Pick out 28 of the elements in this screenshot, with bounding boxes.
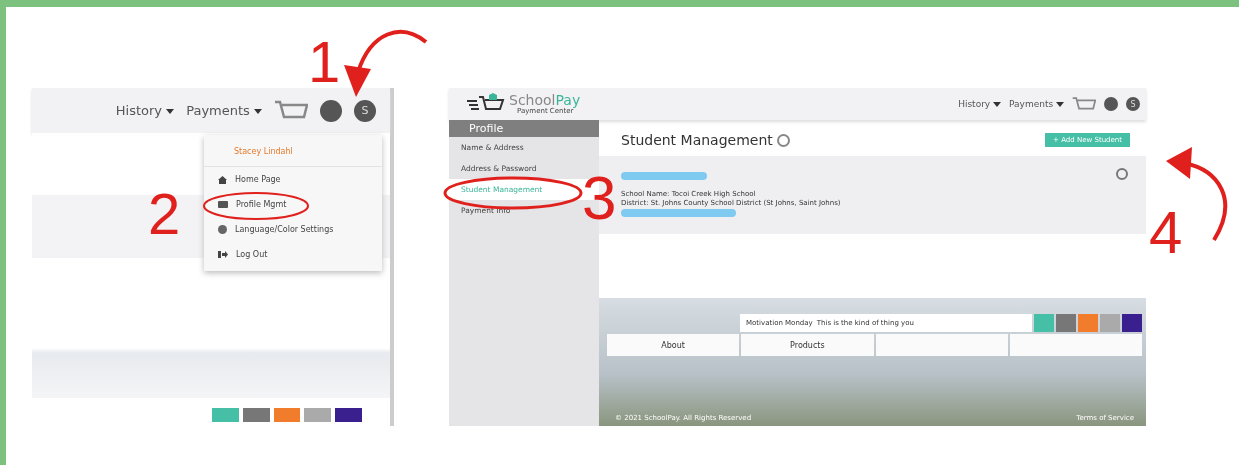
home-icon: [218, 175, 227, 184]
nav-link[interactable]: History: [958, 99, 1002, 109]
avatar-button[interactable]: S: [1126, 97, 1140, 111]
caret-icon: [254, 109, 262, 114]
nav-link[interactable]: History: [115, 103, 175, 118]
menu-item[interactable]: Language/Color Settings: [204, 217, 382, 242]
card-icon: [218, 201, 228, 208]
caret-icon: [1056, 102, 1064, 107]
menu-item[interactable]: Home Page: [204, 167, 382, 192]
cart-icon[interactable]: [1072, 95, 1096, 113]
sidebar-title: Profile: [449, 120, 599, 137]
nav-link[interactable]: Payments: [1009, 99, 1064, 109]
footer-dropdown[interactable]: About: [607, 334, 740, 356]
menu-item[interactable]: Log Out: [204, 242, 382, 267]
menu-item[interactable]: Profile Mgmt: [204, 192, 382, 217]
avatar-button[interactable]: S: [354, 99, 376, 122]
footer-dropdown[interactable]: Products: [741, 334, 874, 356]
caret-icon: [993, 102, 1002, 107]
logo-text: School Pay: [509, 93, 581, 107]
social-icon[interactable]: [273, 408, 301, 422]
logout-icon: [218, 251, 228, 258]
user-name: Stacey Lindahl: [204, 139, 382, 167]
step-number: 4: [1149, 203, 1183, 263]
nav-link[interactable]: Payments: [186, 103, 262, 118]
step-number: 2: [148, 185, 181, 243]
step-number: 1: [308, 33, 341, 91]
caret-icon: [166, 109, 175, 114]
page-title: Student Management: [621, 132, 773, 148]
